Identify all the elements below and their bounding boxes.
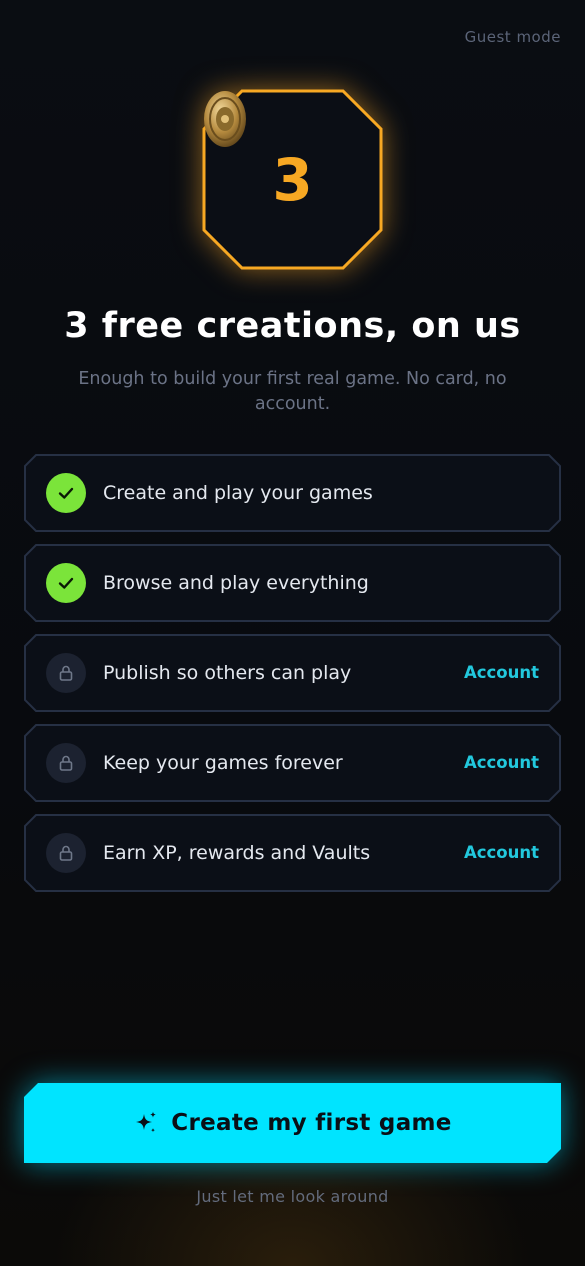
account-required-tag[interactable]: Account [464,814,539,892]
credits-badge: 3 [202,89,383,270]
coin-icon [204,91,246,147]
check-icon [46,563,86,603]
browse-only-link[interactable]: Just let me look around [0,1187,585,1206]
page-title: 3 free creations, on us [64,306,521,346]
account-required-tag[interactable]: Account [464,634,539,712]
page-subtitle: Enough to build your first real game. No… [78,369,507,414]
lock-icon [46,833,86,873]
create-first-game-label: Create my first game [171,1110,452,1136]
onboarding-screen: Guest mode 3 3 free creations, on us Eno… [0,0,585,1266]
lock-icon [46,653,86,693]
feature-row-earn: Earn XP, rewards and Vaults Account [24,814,561,892]
credit-count: 3 [272,145,313,214]
create-first-game-button[interactable]: Create my first game [24,1083,561,1163]
lock-icon [46,743,86,783]
feature-list: Create and play your games Browse and pl… [24,454,561,904]
feature-row-publish: Publish so others can play Account [24,634,561,712]
feature-label: Create and play your games [103,482,373,504]
account-required-tag[interactable]: Account [464,724,539,802]
feature-row-browse: Browse and play everything [24,544,561,622]
feature-label: Browse and play everything [103,572,369,594]
feature-label: Earn XP, rewards and Vaults [103,842,371,864]
feature-label: Keep your games forever [103,752,343,774]
feature-label: Publish so others can play [103,662,352,684]
guest-mode-label[interactable]: Guest mode [465,28,561,46]
feature-row-create: Create and play your games [24,454,561,532]
check-icon [46,473,86,513]
sparkle-icon [136,1111,157,1133]
feature-row-keep: Keep your games forever Account [24,724,561,802]
